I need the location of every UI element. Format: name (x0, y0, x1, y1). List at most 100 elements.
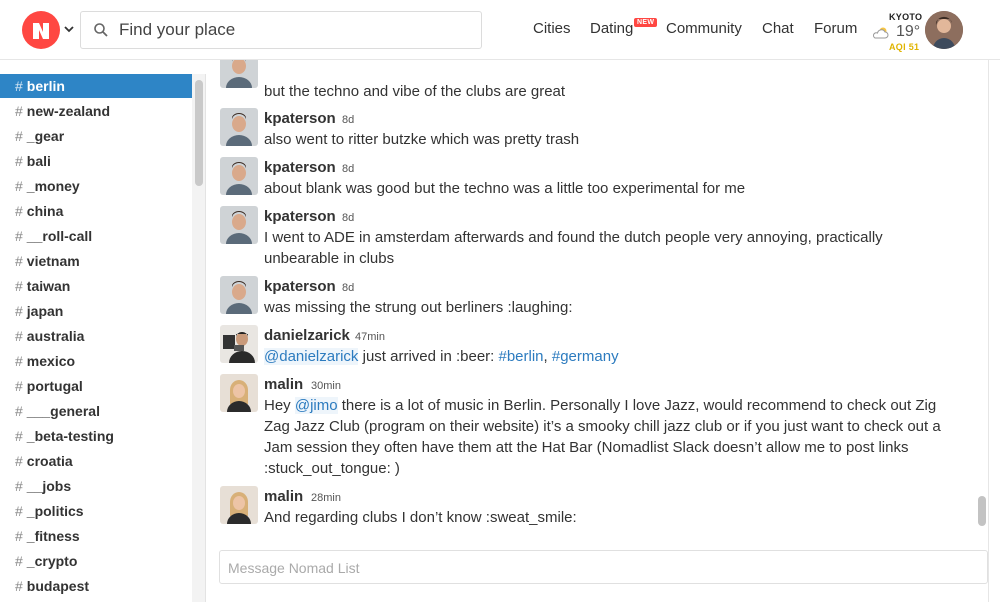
message-composer[interactable] (219, 550, 988, 584)
channel-taiwan[interactable]: # taiwan (0, 274, 192, 298)
channel-general[interactable]: # ___general (0, 399, 192, 423)
weather-temp: 19° (896, 23, 921, 40)
timestamp: 47min (355, 331, 385, 343)
nav-chat[interactable]: Chat (762, 20, 794, 37)
avatar[interactable] (220, 325, 258, 363)
timestamp: 8d (342, 282, 355, 294)
username[interactable]: danielzarick (264, 327, 350, 344)
channel-label: ___general (26, 403, 100, 419)
username[interactable]: malin (264, 376, 303, 393)
channel-label: budapest (26, 578, 90, 594)
timestamp: 28min (311, 492, 341, 504)
channel-label: new-zealand (26, 103, 111, 119)
avatar[interactable] (220, 108, 258, 146)
message-text: Hey @jimo there is a lot of music in Ber… (264, 395, 949, 479)
channel-crypto[interactable]: # _crypto (0, 549, 192, 573)
message-text: And regarding clubs I don’t know :sweat_… (264, 509, 577, 526)
channel-australia[interactable]: # australia (0, 324, 192, 348)
channel-beta-testing[interactable]: # _beta-testing (0, 424, 192, 448)
avatar[interactable] (220, 374, 258, 412)
channel-japan[interactable]: # japan (0, 299, 192, 323)
username[interactable]: kpaterson (264, 208, 336, 225)
hash-icon: # (15, 253, 23, 269)
channel-label: _gear (26, 128, 65, 144)
nav-community[interactable]: Community (666, 20, 742, 37)
username[interactable]: kpaterson (264, 159, 336, 176)
username[interactable]: kpaterson (264, 110, 336, 127)
message-text: also went to ritter butzke which was pre… (264, 131, 580, 148)
hash-icon: # (15, 478, 23, 494)
channel-list: # berlin # new-zealand # _gear # bali # _mone… (0, 74, 192, 602)
message-input[interactable] (228, 557, 968, 579)
message-text: about blank was good but the techno was … (264, 180, 746, 197)
timestamp: 8d (342, 114, 355, 126)
avatar[interactable] (220, 486, 258, 524)
channel-label: berlin (26, 78, 65, 94)
channel-jobs[interactable]: # __jobs (0, 474, 192, 498)
channel-label: _politics (26, 503, 84, 519)
avatar[interactable] (220, 276, 258, 314)
search-input[interactable] (119, 18, 469, 42)
separator: , (543, 348, 552, 365)
channel-roll-call[interactable]: # __roll-call (0, 224, 192, 248)
channel-fitness[interactable]: # _fitness (0, 524, 192, 548)
channel-gear[interactable]: # _gear (0, 124, 192, 148)
channel-new-zealand[interactable]: # new-zealand (0, 99, 192, 123)
channel-label: croatia (26, 453, 73, 469)
channel-bali[interactable]: # bali (0, 149, 192, 173)
hash-icon: # (15, 328, 23, 344)
aqi-indicator: AQI 51 (889, 42, 919, 52)
aqi-value: 51 (908, 42, 920, 52)
user-mention[interactable]: @danielzarick (264, 348, 359, 365)
channel-label: _beta-testing (26, 428, 114, 444)
channel-money[interactable]: # _money (0, 174, 192, 198)
search-box[interactable] (80, 11, 482, 49)
sidebar-scrollbar[interactable] (192, 74, 206, 602)
avatar[interactable] (220, 157, 258, 195)
channel-portugal[interactable]: # portugal (0, 374, 192, 398)
hash-icon: # (15, 78, 23, 94)
hash-icon: # (15, 228, 23, 244)
message-text: but the techno and vibe of the clubs are… (264, 83, 566, 100)
username[interactable]: kpaterson (264, 278, 336, 295)
channel-label: _fitness (26, 528, 80, 544)
message-text-part: just arrived in :beer: (358, 348, 499, 365)
message-scrollbar-thumb[interactable] (978, 496, 986, 526)
message-text: @danielzarick just arrived in :beer: #be… (264, 346, 954, 367)
avatar[interactable] (220, 60, 258, 88)
channel-label: _crypto (26, 553, 78, 569)
channel-label: mexico (26, 353, 76, 369)
channel-label: __jobs (26, 478, 72, 494)
new-badge: NEW (634, 18, 658, 27)
hash-icon: # (15, 428, 23, 444)
channel-mexico[interactable]: # mexico (0, 349, 192, 373)
hash-icon: # (15, 553, 23, 569)
channel-budapest[interactable]: # budapest (0, 574, 192, 598)
timestamp: 8d (342, 163, 355, 175)
message-text-part: Hey (264, 397, 295, 414)
nav-dating[interactable]: Dating (590, 20, 633, 37)
user-mention[interactable]: @jimo (294, 397, 338, 414)
timestamp: 30min (311, 380, 341, 392)
channel-vietnam[interactable]: # vietnam (0, 249, 192, 273)
nav-cities[interactable]: Cities (533, 20, 571, 37)
channel-label: taiwan (26, 278, 71, 294)
channel-label: bali (26, 153, 51, 169)
nomadlist-logo-icon[interactable] (22, 11, 60, 49)
timestamp: 8d (342, 212, 355, 224)
sidebar-scrollbar-thumb[interactable] (195, 80, 203, 186)
hash-icon: # (15, 278, 23, 294)
chevron-down-icon[interactable] (64, 24, 74, 34)
channel-croatia[interactable]: # croatia (0, 449, 192, 473)
hash-icon: # (15, 353, 23, 369)
message-scrollbar[interactable] (975, 60, 989, 550)
avatar[interactable] (220, 206, 258, 244)
channel-link-germany[interactable]: #germany (552, 348, 619, 365)
nav-forum[interactable]: Forum (814, 20, 857, 37)
user-avatar[interactable] (925, 11, 963, 49)
channel-china[interactable]: # china (0, 199, 192, 223)
channel-link-berlin[interactable]: #berlin (499, 348, 544, 365)
channel-politics[interactable]: # _politics (0, 499, 192, 523)
username[interactable]: malin (264, 488, 303, 505)
channel-berlin[interactable]: # berlin (0, 74, 192, 98)
